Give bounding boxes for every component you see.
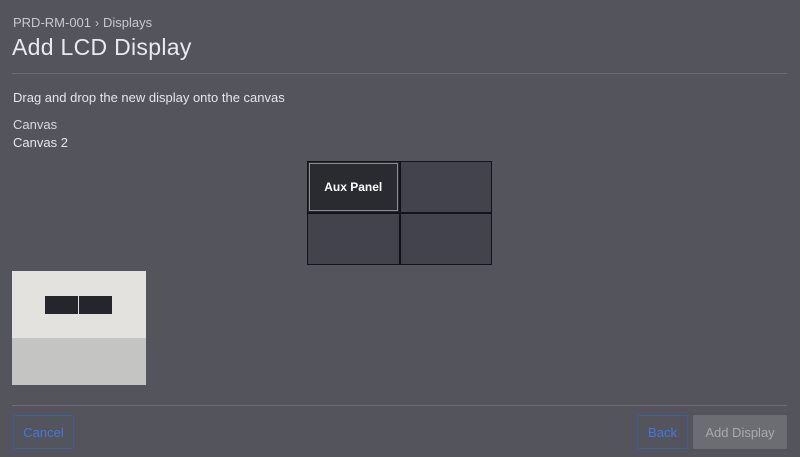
footer-divider xyxy=(12,405,787,406)
breadcrumb: PRD-RM-001 › Displays xyxy=(13,15,152,30)
back-button[interactable]: Back xyxy=(637,415,688,449)
breadcrumb-section[interactable]: Displays xyxy=(103,15,152,30)
dual-screen-display-icon xyxy=(45,296,78,314)
page-title: Add LCD Display xyxy=(12,34,192,60)
canvas-grid[interactable]: Aux Panel xyxy=(307,161,492,265)
canvas-cell-empty[interactable] xyxy=(400,162,491,212)
cancel-button[interactable]: Cancel xyxy=(13,415,74,449)
canvas-cell-empty[interactable] xyxy=(400,214,491,264)
canvas-name: Canvas 2 xyxy=(13,135,68,150)
canvas-cell-aux-panel[interactable]: Aux Panel xyxy=(308,162,399,212)
canvas-label: Canvas xyxy=(13,117,58,132)
dual-screen-display-icon xyxy=(79,296,112,314)
breadcrumb-separator: › xyxy=(95,15,100,30)
new-display-draggable[interactable] xyxy=(12,271,146,385)
header-divider xyxy=(12,73,787,74)
breadcrumb-device[interactable]: PRD-RM-001 xyxy=(13,15,91,30)
canvas-cell-empty[interactable] xyxy=(308,214,399,264)
instructions-text: Drag and drop the new display onto the c… xyxy=(13,90,285,105)
display-thumbnail-bottom xyxy=(12,338,146,385)
add-display-button[interactable]: Add Display xyxy=(693,415,787,449)
